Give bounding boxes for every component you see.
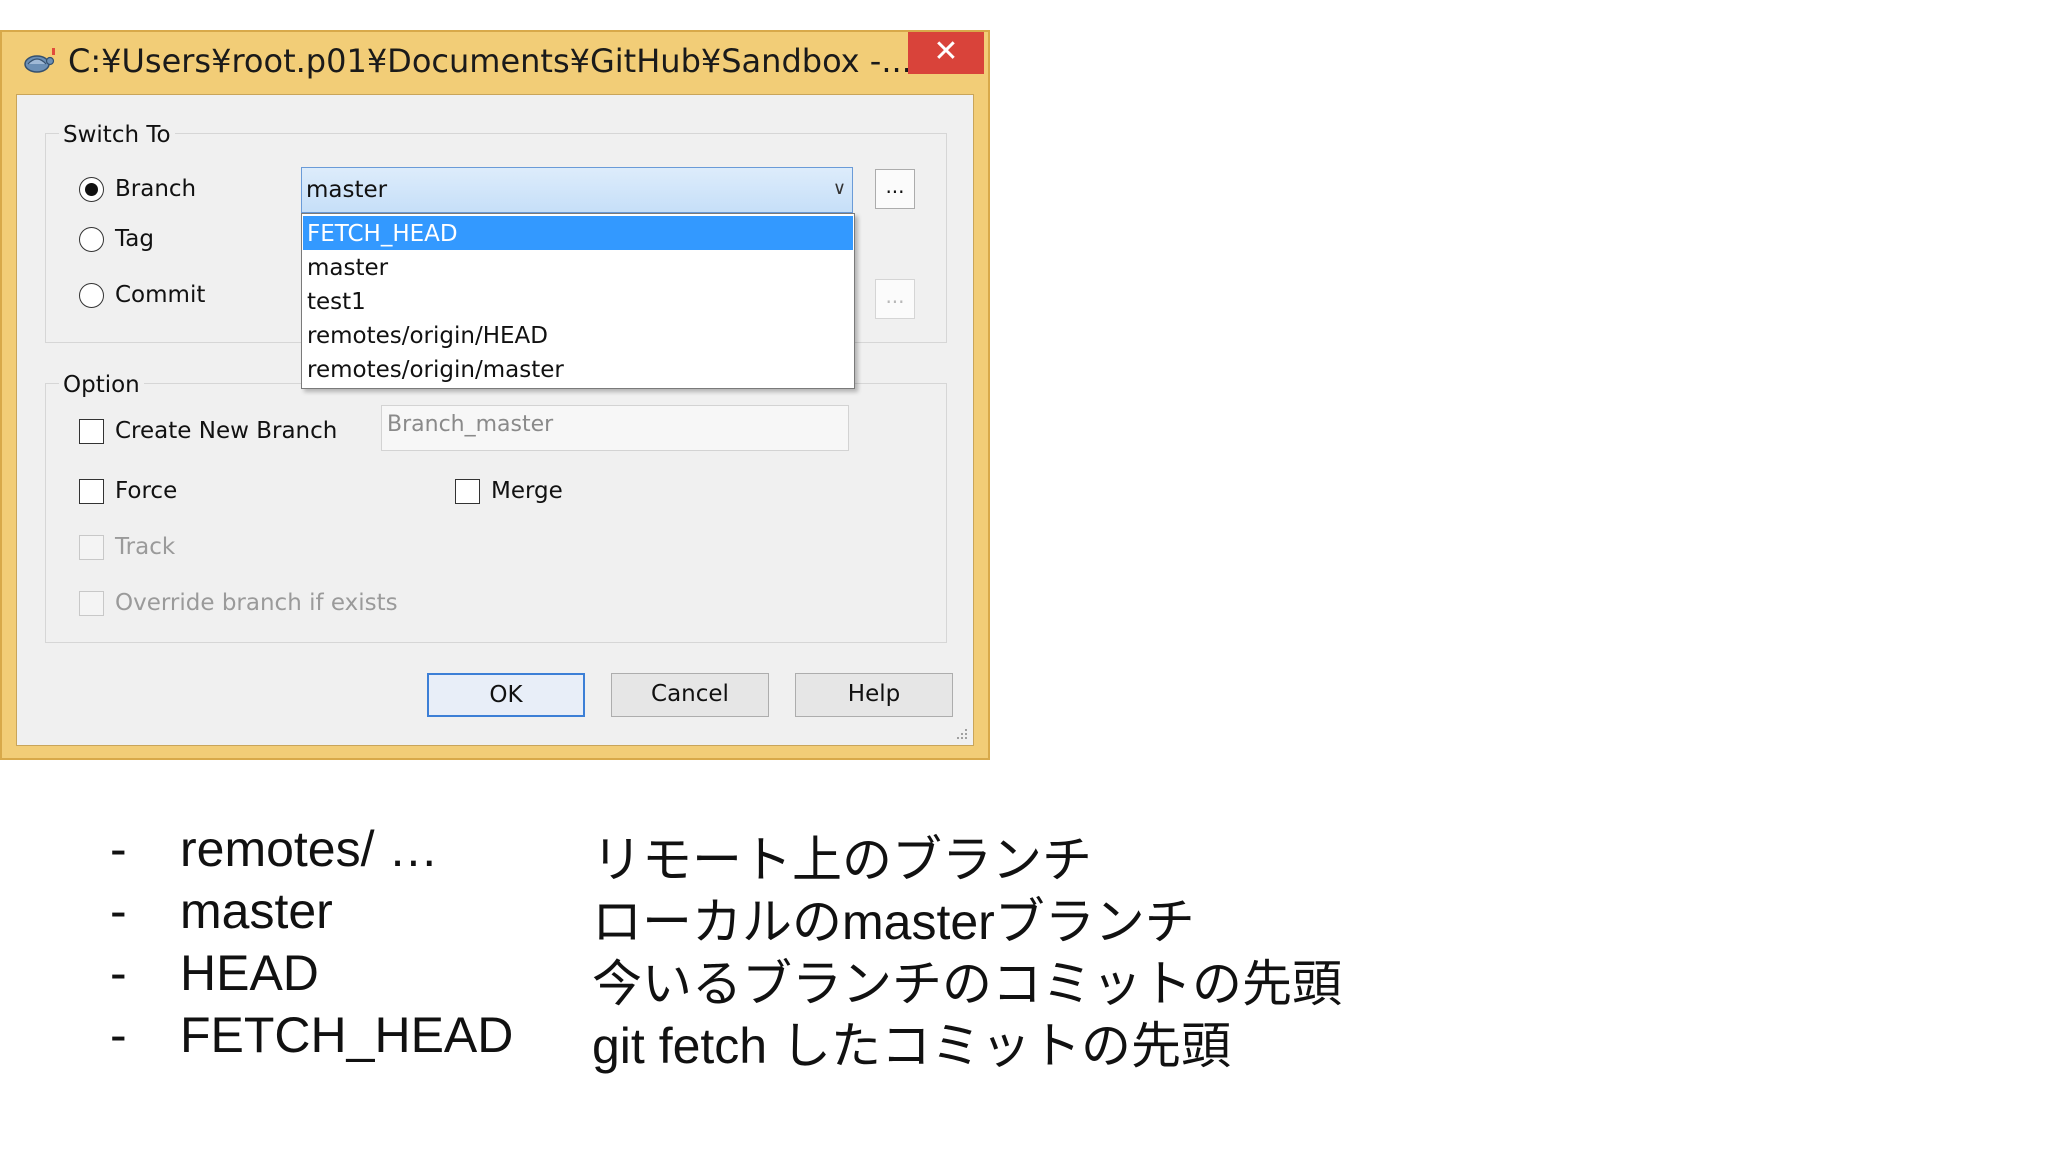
tag-radio[interactable] [79,227,104,252]
force-label: Force [115,478,178,504]
note-term: master [180,883,333,939]
note-bullet: - [110,945,127,1001]
branch-combobox-value: master [306,177,388,203]
window-title: C:¥Users¥root.p01¥Documents¥GitHub¥Sandb… [68,42,912,80]
branch-browse-button[interactable]: ... [875,169,915,209]
tortoise-git-icon [24,48,55,73]
explanation-list: - remotes/ … リモート上のブランチ - master ローカルのma… [0,820,1400,1100]
force-checkbox[interactable] [79,479,104,504]
branch-dropdown-list: FETCH_HEAD master test1 remotes/origin/H… [301,213,855,389]
dropdown-option[interactable]: FETCH_HEAD [303,216,853,250]
note-bullet: - [110,883,127,939]
commit-label: Commit [115,282,206,308]
dropdown-option[interactable]: master [303,250,853,284]
note-description: git fetch したコミットの先頭 [592,1018,1231,1074]
branch-label: Branch [115,176,197,202]
new-branch-name-input: Branch_master [381,405,849,451]
track-label: Track [115,534,176,560]
option-label: Option [59,372,144,398]
switch-checkout-dialog: C:¥Users¥root.p01¥Documents¥GitHub¥Sandb… [0,30,990,760]
note-term: remotes/ … [180,821,439,877]
commit-radio[interactable] [79,283,104,308]
resize-grip-icon[interactable] [953,725,969,741]
title-bar[interactable]: C:¥Users¥root.p01¥Documents¥GitHub¥Sandb… [2,32,988,94]
note-bullet: - [110,1007,127,1063]
dropdown-option[interactable]: test1 [303,284,853,318]
cancel-button[interactable]: Cancel [611,673,769,717]
override-branch-label: Override branch if exists [115,590,398,616]
tag-label: Tag [115,226,154,252]
branch-combobox[interactable]: master ∨ [301,167,853,213]
create-new-branch-label: Create New Branch [115,418,338,444]
ok-button[interactable]: OK [427,673,585,717]
dialog-client-area: Switch To Branch Tag Commit master ∨ ...… [16,94,974,746]
track-checkbox [79,535,104,560]
dropdown-option[interactable]: remotes/origin/master [303,352,853,386]
branch-radio[interactable] [79,177,104,202]
commit-browse-button: ... [875,279,915,319]
close-icon: ✕ [933,34,959,69]
dropdown-option[interactable]: remotes/origin/HEAD [303,318,853,352]
note-term: HEAD [180,945,319,1001]
merge-label: Merge [491,478,563,504]
close-button[interactable]: ✕ [908,32,984,74]
note-bullet: - [110,821,127,877]
override-branch-checkbox [79,591,104,616]
chevron-down-icon[interactable]: ∨ [833,178,846,199]
create-new-branch-checkbox[interactable] [79,419,104,444]
merge-checkbox[interactable] [455,479,480,504]
switch-to-label: Switch To [59,122,175,148]
help-button[interactable]: Help [795,673,953,717]
note-term: FETCH_HEAD [180,1007,514,1063]
